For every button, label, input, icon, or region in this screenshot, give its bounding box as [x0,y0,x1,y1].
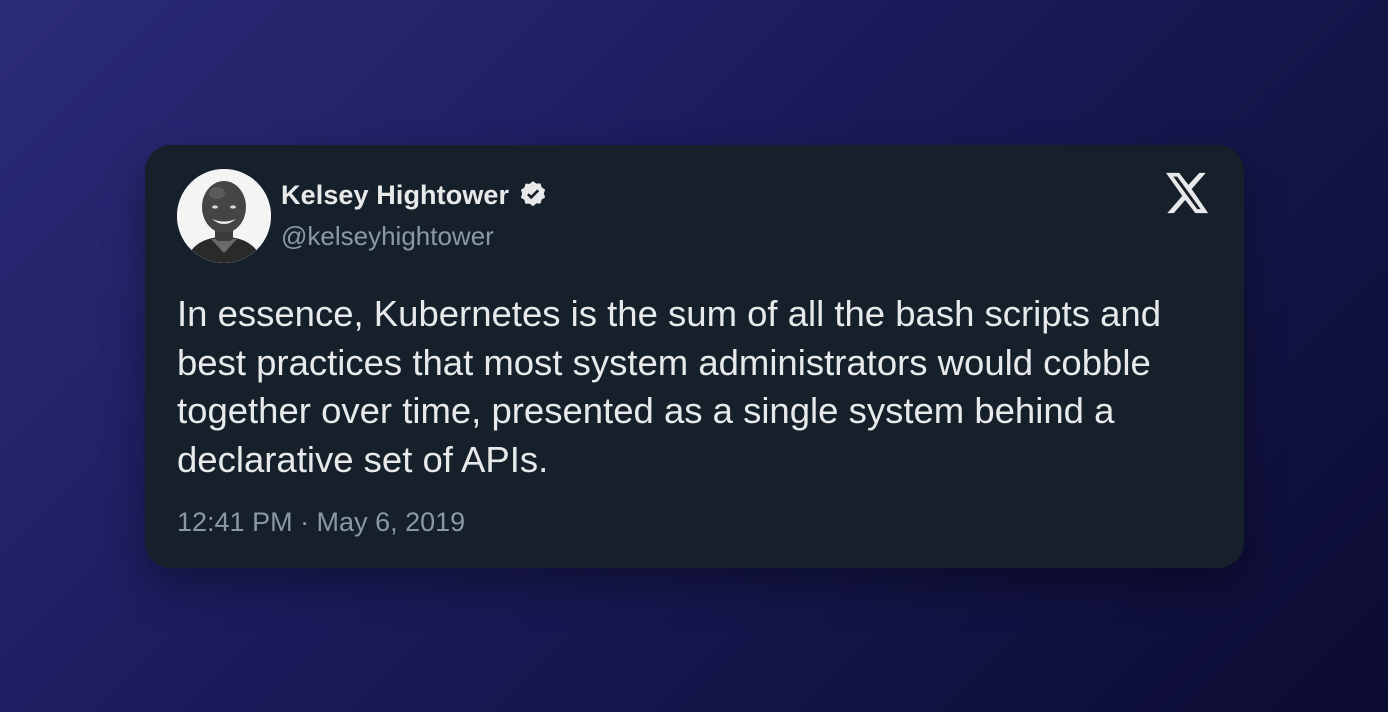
author-name-row: Kelsey Hightower [281,178,549,212]
author-display-name[interactable]: Kelsey Hightower [281,180,509,211]
tweet-card: Kelsey Hightower @kelseyhightower In ess… [145,145,1244,568]
author-handle[interactable]: @kelseyhightower [281,221,494,252]
avatar[interactable] [177,169,271,263]
tweet-text: In essence, Kubernetes is the sum of all… [177,293,1162,480]
avatar-photo-icon [177,169,271,263]
tweet-timestamp[interactable]: 12:41 PM · May 6, 2019 [177,507,465,538]
x-logo-icon[interactable] [1166,172,1210,214]
verified-badge-icon [517,179,549,211]
